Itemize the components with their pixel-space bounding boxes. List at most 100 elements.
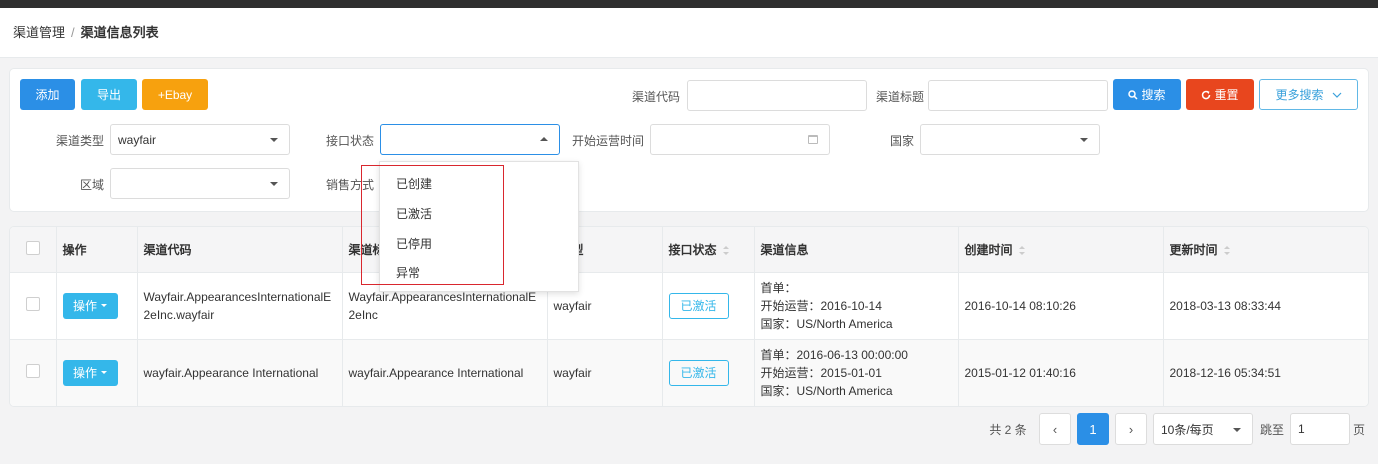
api-status-select[interactable] [380, 124, 560, 155]
page-size-select[interactable]: 10条/每页 [1153, 413, 1253, 445]
search-button-label: 搜索 [1141, 88, 1166, 102]
info-line-3: 国家：US/North America [760, 383, 893, 398]
row-type-cell: wayfair [547, 339, 663, 406]
add-button[interactable]: 添加 [20, 79, 75, 110]
sort-icon[interactable] [1223, 246, 1230, 256]
caret-down-icon [101, 371, 107, 374]
add-ebay-button[interactable]: +Ebay [142, 79, 208, 110]
caret-down-icon [1080, 138, 1088, 142]
start-time-label: 开始运营时间 [571, 134, 644, 148]
status-option-created[interactable]: 已创建 [396, 175, 432, 192]
search-button[interactable]: 搜索 [1113, 79, 1181, 110]
jump-label: 跳至 [1259, 422, 1284, 437]
header-created-label: 创建时间 [964, 242, 1013, 257]
total-count: 共 2 条 [989, 422, 1027, 437]
info-line-2: 开始运营：2015-01-01 [760, 365, 882, 380]
region-select[interactable] [110, 168, 290, 199]
operate-label: 操作 [72, 366, 97, 380]
channel-code-label: 渠道代码 [631, 90, 680, 104]
row-status-cell: 已激活 [662, 339, 755, 406]
page-unit-label: 页 [1352, 422, 1365, 437]
row-status-cell: 已激活 [662, 272, 755, 340]
code-line-2: 2eInc.wayfair [143, 307, 215, 322]
table-header-row: 操作 渠道代码 渠道标 道类型 接口状态 渠道信息 创建时间 更新时间 [10, 227, 1368, 273]
page-button-current[interactable]: 1 [1077, 413, 1109, 445]
row-created-cell: 2016-10-14 08:10:26 [958, 272, 1164, 340]
next-page-button[interactable]: › [1115, 413, 1147, 445]
channel-table: 操作 渠道代码 渠道标 道类型 接口状态 渠道信息 创建时间 更新时间 操作 W… [10, 227, 1368, 406]
channel-table-panel: 操作 渠道代码 渠道标 道类型 接口状态 渠道信息 创建时间 更新时间 操作 W… [9, 226, 1369, 407]
refresh-icon [1202, 90, 1211, 99]
prev-page-button[interactable]: ‹ [1039, 413, 1071, 445]
caret-down-icon [270, 182, 278, 186]
select-all-cell [10, 227, 57, 273]
region-label: 区域 [79, 178, 104, 192]
export-button[interactable]: 导出 [81, 79, 137, 110]
operate-label: 操作 [72, 299, 97, 313]
caret-down-icon [1233, 428, 1241, 432]
table-row: 操作 wayfair.Appearance International wayf… [10, 339, 1368, 406]
header-updated[interactable]: 更新时间 [1163, 227, 1368, 273]
reset-button-label: 重置 [1214, 88, 1239, 102]
status-badge: 已激活 [668, 292, 729, 319]
sort-icon[interactable] [722, 246, 729, 256]
header-code: 渠道代码 [137, 227, 343, 273]
operate-button[interactable]: 操作 [62, 292, 118, 319]
search-icon [1128, 89, 1139, 100]
channel-type-label: 渠道类型 [55, 134, 104, 148]
title-line-1: wayfair.Appearance International [348, 365, 524, 380]
channel-title-label: 渠道标题 [875, 90, 924, 104]
info-line-1: 首单：2016-06-13 00:00:00 [760, 347, 908, 362]
row-title-cell: wayfair.Appearance International [342, 339, 548, 406]
calendar-icon [808, 135, 818, 144]
channel-title-input[interactable] [928, 80, 1108, 111]
channel-type-select[interactable]: wayfair [110, 124, 290, 155]
sales-mode-label: 销售方式 [325, 178, 374, 192]
select-all-checkbox[interactable] [25, 240, 40, 255]
operate-button[interactable]: 操作 [62, 359, 118, 386]
jump-page-input[interactable]: 1 [1290, 413, 1350, 445]
row-updated-cell: 2018-03-13 08:33:44 [1163, 272, 1368, 340]
reset-button[interactable]: 重置 [1186, 79, 1254, 110]
status-option-error[interactable]: 异常 [396, 264, 420, 281]
code-line-1: wayfair.Appearance International [143, 365, 319, 380]
top-bar [0, 0, 1378, 8]
more-search-button[interactable]: 更多搜索 [1259, 79, 1358, 110]
info-line-1: 首单： [760, 280, 797, 295]
api-status-label: 接口状态 [325, 134, 374, 148]
info-line-2: 开始运营：2016-10-14 [760, 298, 882, 313]
caret-down-icon [101, 304, 107, 307]
row-updated-cell: 2018-12-16 05:34:51 [1163, 339, 1368, 406]
caret-down-icon [270, 138, 278, 142]
caret-up-icon [540, 137, 548, 141]
channel-type-value: wayfair [118, 132, 157, 147]
row-op-cell: 操作 [56, 272, 138, 340]
header-op: 操作 [56, 227, 138, 273]
status-option-activated[interactable]: 已激活 [396, 205, 432, 222]
header-created[interactable]: 创建时间 [958, 227, 1164, 273]
row-code-cell: wayfair.Appearance International [137, 339, 343, 406]
code-line-1: Wayfair.AppearancesInternationalE [143, 289, 332, 304]
row-select-cell [10, 339, 57, 406]
row-checkbox[interactable] [25, 364, 40, 378]
table-row: 操作 Wayfair.AppearancesInternationalE 2eIn… [10, 272, 1368, 340]
country-select[interactable] [920, 124, 1100, 155]
row-info-cell: 首单： 开始运营：2016-10-14 国家：US/North America [754, 272, 959, 340]
channel-code-input[interactable] [687, 80, 867, 111]
page-title: 渠道信息列表 [80, 25, 159, 40]
start-time-input[interactable] [650, 124, 830, 155]
info-line-3: 国家：US/North America [760, 316, 893, 331]
row-info-cell: 首单：2016-06-13 00:00:00 开始运营：2015-01-01 国家：… [754, 339, 959, 406]
sort-icon[interactable] [1018, 246, 1025, 256]
header-updated-label: 更新时间 [1169, 242, 1218, 257]
header-info: 渠道信息 [754, 227, 959, 273]
status-option-disabled[interactable]: 已停用 [396, 235, 432, 252]
row-checkbox[interactable] [25, 297, 40, 311]
chevron-down-icon [1332, 92, 1341, 98]
breadcrumb-parent[interactable]: 渠道管理 [13, 25, 65, 40]
status-badge: 已激活 [668, 359, 729, 386]
breadcrumb: 渠道管理 / 渠道信息列表 [0, 8, 1378, 58]
more-search-label: 更多搜索 [1275, 88, 1324, 102]
header-status[interactable]: 接口状态 [662, 227, 755, 273]
row-created-cell: 2015-01-12 01:40:16 [958, 339, 1164, 406]
